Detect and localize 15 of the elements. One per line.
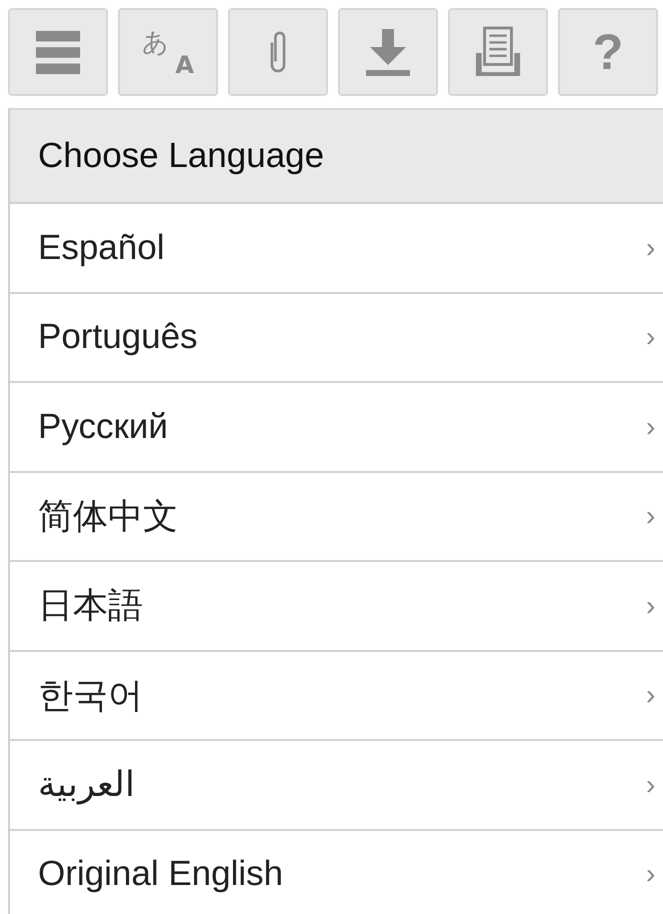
language-item[interactable]: Original English ›	[10, 830, 663, 914]
language-item[interactable]: العربية ›	[10, 741, 663, 830]
language-item[interactable]: Русский ›	[10, 383, 663, 472]
menu-button[interactable]	[8, 8, 108, 96]
language-item[interactable]: 日本語 ›	[10, 562, 663, 652]
print-button[interactable]	[448, 8, 548, 96]
download-button[interactable]	[338, 8, 438, 96]
language-item[interactable]: Español ›	[10, 204, 663, 294]
language-item[interactable]: 简体中文 ›	[10, 472, 663, 562]
download-icon	[366, 27, 410, 77]
language-item[interactable]: 한국어 ›	[10, 652, 663, 741]
printer-icon	[474, 26, 522, 78]
panel-title: Choose Language	[38, 136, 324, 176]
attach-button[interactable]	[228, 8, 328, 96]
language-item[interactable]: Português ›	[10, 294, 663, 383]
